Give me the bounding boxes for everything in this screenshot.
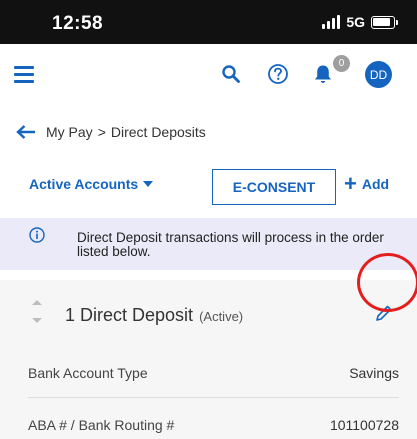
breadcrumb-current: Direct Deposits	[110, 124, 206, 140]
field-value: Savings	[349, 365, 399, 381]
reorder-control	[32, 298, 42, 326]
plus-icon: +	[344, 171, 357, 196]
notification-badge: 0	[333, 55, 350, 72]
field-value: 101100728	[329, 417, 399, 433]
info-icon	[29, 227, 45, 243]
status-bar: 12:58 5G	[0, 0, 417, 44]
breadcrumb-separator: >	[97, 124, 106, 140]
deposit-status: (Active)	[199, 309, 244, 324]
field-label: Bank Account Type	[28, 365, 148, 381]
deposit-title-text: 1 Direct Deposit	[65, 305, 194, 325]
add-button[interactable]: + Add	[344, 171, 390, 196]
hamburger-icon[interactable]	[14, 66, 34, 83]
active-accounts-label: Active Accounts	[29, 176, 139, 192]
signal-icon	[322, 15, 341, 29]
econsent-button[interactable]: E-CONSENT	[212, 169, 336, 205]
active-accounts-dropdown[interactable]: Active Accounts	[29, 176, 154, 192]
deposit-title: 1 Direct Deposit (Active)	[65, 305, 243, 326]
caret-down-icon	[143, 181, 154, 187]
battery-icon	[371, 15, 398, 29]
breadcrumb-my-pay[interactable]: My Pay	[46, 124, 93, 140]
status-indicators: 5G	[322, 14, 398, 30]
help-icon[interactable]	[264, 60, 292, 88]
account-toolbar: Active Accounts E-CONSENT + Add	[0, 166, 417, 206]
avatar[interactable]: DD	[365, 61, 392, 88]
status-time: 12:58	[52, 13, 104, 34]
field-row-routing: ABA # / Bank Routing # 101100728	[28, 398, 399, 439]
field-row-account-type: Bank Account Type Savings	[28, 346, 399, 398]
app-header: 0 DD	[0, 44, 417, 106]
add-label: Add	[361, 176, 390, 192]
info-banner: Direct Deposit transactions will process…	[0, 218, 417, 270]
highlight-circle	[357, 253, 417, 312]
field-label: ABA # / Bank Routing #	[28, 417, 175, 433]
info-text: Direct Deposit transactions will process…	[77, 230, 384, 259]
search-icon[interactable]	[217, 60, 245, 88]
breadcrumb: My Pay > Direct Deposits	[16, 122, 206, 142]
move-down-icon[interactable]	[32, 318, 42, 323]
network-type: 5G	[346, 14, 365, 30]
back-arrow-icon[interactable]	[16, 122, 36, 142]
move-up-icon[interactable]	[32, 300, 42, 305]
